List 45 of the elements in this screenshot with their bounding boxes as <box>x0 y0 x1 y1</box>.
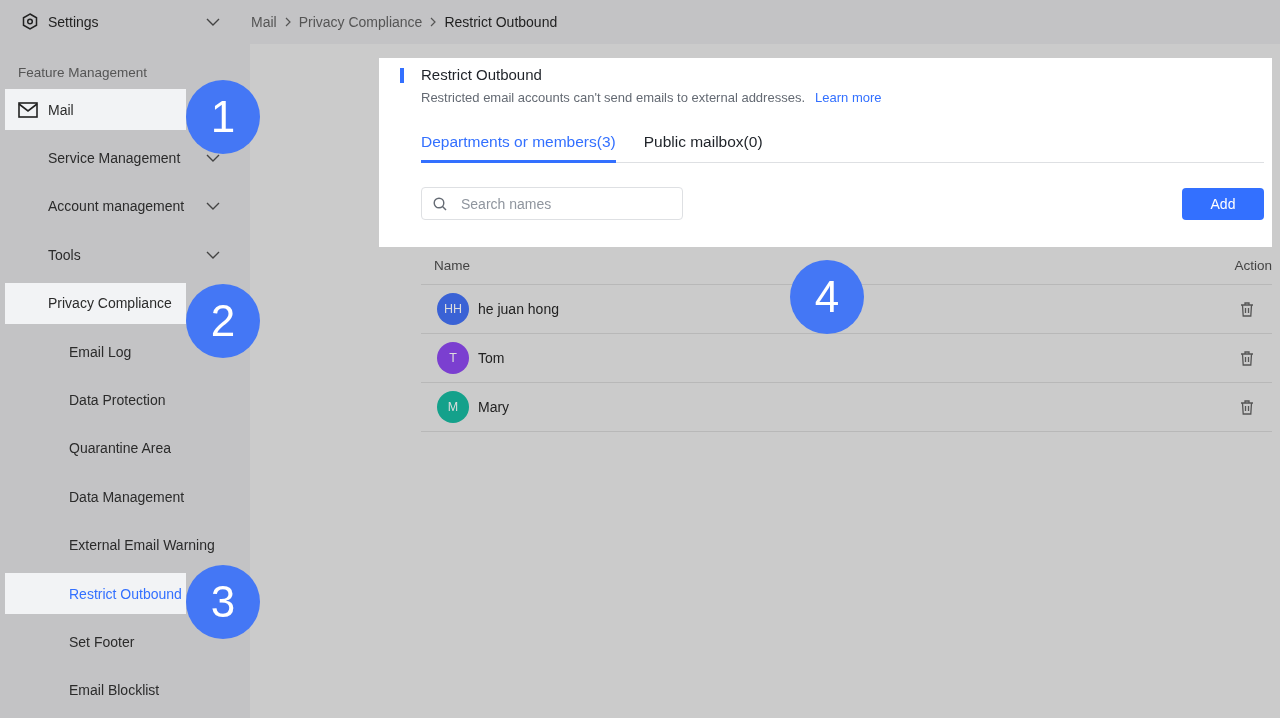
chevron-down-icon <box>206 154 220 163</box>
section-title: Feature Management <box>17 64 149 78</box>
breadcrumb-item: Restrict Outbound <box>444 14 558 30</box>
search-field[interactable]: Search names <box>421 187 683 220</box>
chevron-right-icon <box>284 17 291 27</box>
member-name: Tom <box>478 350 506 366</box>
sidebar-item[interactable]: Set Footer <box>5 627 135 657</box>
chevron-right-icon <box>430 17 437 27</box>
sidebar-item[interactable]: Email Blocklist <box>5 675 160 705</box>
avatar: T <box>437 342 469 374</box>
sidebar-item[interactable]: External Email Warning <box>5 530 215 560</box>
chevron-down-icon <box>206 17 220 26</box>
member-name: Mary <box>478 399 511 415</box>
settings-icon <box>22 13 38 31</box>
panel-title: Restrict Outbound <box>421 66 543 83</box>
panel-description: Restricted email accounts can't send emails to external addresses. <box>421 90 805 105</box>
breadcrumb-item[interactable]: Mail <box>251 14 277 30</box>
learn-more-link[interactable]: Learn more <box>815 90 882 105</box>
avatar: HH <box>437 293 469 325</box>
step-number: 4 <box>790 260 864 334</box>
tab[interactable]: Public mailbox(0) <box>643 125 763 163</box>
sidebar-item[interactable]: Email Log <box>5 336 132 367</box>
column-header: Name <box>434 258 470 273</box>
member-name: he juan hong <box>478 301 560 317</box>
add-button[interactable]: Add <box>1182 187 1264 220</box>
sidebar-item[interactable]: Data Management <box>5 482 185 512</box>
sidebar-item[interactable]: Tools <box>5 240 220 270</box>
avatar: M <box>437 391 469 423</box>
sidebar-item[interactable]: Quarantine Area <box>5 433 171 464</box>
trash-icon[interactable] <box>1240 301 1254 317</box>
trash-icon[interactable] <box>1240 350 1254 366</box>
accent-bar <box>400 68 404 83</box>
settings-menu[interactable]: Settings <box>0 0 250 44</box>
sidebar-item[interactable]: Privacy Compliance <box>5 282 186 324</box>
sidebar-item[interactable]: Restrict Outbound <box>5 572 186 615</box>
chevron-down-icon <box>206 202 220 211</box>
sidebar-item[interactable]: Data Protection <box>5 385 166 415</box>
breadcrumb-item[interactable]: Privacy Compliance <box>298 14 423 30</box>
sidebar-item[interactable]: Account management <box>5 191 220 222</box>
column-header: Action <box>1234 258 1272 273</box>
sidebar-item[interactable]: Mail <box>5 89 186 131</box>
trash-icon[interactable] <box>1240 399 1254 415</box>
chevron-down-icon <box>206 250 220 259</box>
envelope-icon <box>18 101 38 118</box>
tab[interactable]: Departments or members(3) <box>421 125 616 163</box>
